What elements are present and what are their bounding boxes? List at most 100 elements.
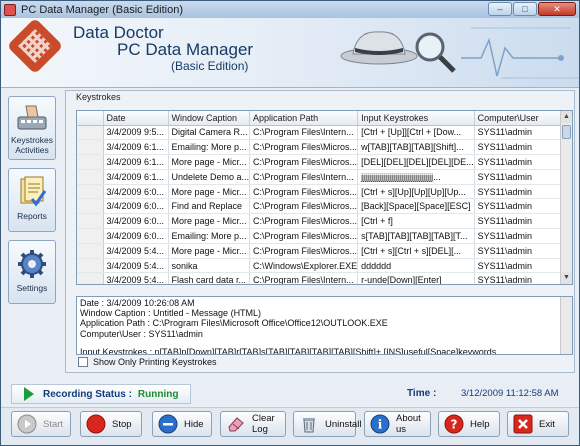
exit-label: Exit xyxy=(539,418,555,430)
table-row[interactable]: 3/4/2009 9:5... Digital Camera R... C:\Pro… xyxy=(77,125,568,141)
row-selector[interactable] xyxy=(77,243,104,259)
close-button[interactable]: ✕ xyxy=(538,2,576,16)
sidebar-item-reports[interactable]: Reports xyxy=(8,168,56,232)
detail-window-caption: Window Caption : Untitled - Message (HTM… xyxy=(80,308,262,319)
table-row[interactable]: 3/4/2009 5:4... More page - Micr... C:\Pro… xyxy=(77,243,568,259)
brand-product: PC Data Manager xyxy=(117,40,254,59)
recycle-bin-icon xyxy=(303,418,315,433)
stop-button[interactable]: Stop xyxy=(80,411,142,437)
cell-window-caption: Undelete Demo a... xyxy=(168,169,251,185)
cell-input-keystrokes: r-unde[Down][Enter] xyxy=(357,272,475,284)
column-header-input-keystrokes[interactable]: Input Keystrokes xyxy=(357,111,475,126)
column-header-computer-user[interactable]: Computer\User xyxy=(474,111,568,126)
cell-input-keystrokes: s[TAB][TAB][TAB][TAB][T... xyxy=(357,228,475,244)
row-selector[interactable] xyxy=(77,184,104,200)
printing-keystrokes-checkbox[interactable] xyxy=(78,357,88,367)
uninstall-button[interactable]: Uninstall xyxy=(293,411,361,437)
cell-input-keystrokes: [Ctrl + [Up]][Ctrl + [Dow... xyxy=(357,125,475,141)
stop-label: Stop xyxy=(112,418,132,430)
exit-icon xyxy=(513,414,533,434)
scroll-up-arrow-icon[interactable]: ▲ xyxy=(561,111,572,123)
row-selector[interactable] xyxy=(77,139,104,156)
cell-application-path: C:\Program Files\Micros... xyxy=(249,213,359,230)
printing-keystrokes-label: Show Only Printing Keystrokes xyxy=(93,357,217,367)
recording-status-value: Running xyxy=(137,388,179,400)
table-row[interactable]: 3/4/2009 6:1... More page - Micr... C:\Pro… xyxy=(77,154,568,170)
time-label: Time : xyxy=(407,388,437,399)
row-selector[interactable] xyxy=(77,228,104,244)
row-selector[interactable] xyxy=(77,169,104,185)
cell-computer-user: SYS11\admin xyxy=(474,243,568,259)
table-row[interactable]: 3/4/2009 6:0... Emailing: More p... C:\Pro… xyxy=(77,228,568,244)
table-row[interactable]: 3/4/2009 5:4... sonika C:\Windows\Explorer… xyxy=(77,258,568,274)
cell-computer-user: SYS11\admin xyxy=(474,169,568,185)
play-icon xyxy=(24,387,34,401)
cell-window-caption: Emailing: More p... xyxy=(168,228,251,244)
uninstall-label: Uninstall xyxy=(325,418,362,430)
cell-date: 3/4/2009 6:1... xyxy=(103,154,169,170)
sidebar-item-settings[interactable]: Settings xyxy=(8,240,56,304)
time-value: 3/12/2009 11:12:58 AM xyxy=(461,388,559,399)
row-selector[interactable] xyxy=(77,213,104,230)
cell-input-keystrokes: w[TAB][TAB][TAB][Shift]... xyxy=(357,139,475,156)
cell-window-caption: More page - Micr... xyxy=(168,184,251,200)
circuit-decoration-icon xyxy=(461,27,579,79)
scrollbar-thumb[interactable] xyxy=(562,125,571,139)
cell-window-caption: Flash card data r... xyxy=(168,272,251,284)
about-us-button[interactable]: i About us xyxy=(364,411,431,437)
column-header-application-path[interactable]: Application Path xyxy=(249,111,359,126)
table-row[interactable]: 3/4/2009 6:0... Find and Replace C:\Progra… xyxy=(77,198,568,215)
row-selector[interactable] xyxy=(77,272,104,284)
cell-date: 3/4/2009 6:0... xyxy=(103,228,169,244)
title-bar: PC Data Manager (Basic Edition) – □ ✕ xyxy=(1,1,579,18)
window-controls: – □ ✕ xyxy=(488,2,576,16)
sidebar-label: Keystrokes xyxy=(10,135,54,145)
table-row[interactable]: 3/4/2009 6:0... More page - Micr... C:\Pro… xyxy=(77,184,568,200)
cell-date: 3/4/2009 5:4... xyxy=(103,272,169,284)
cell-application-path: C:\Program Files\Micros... xyxy=(249,243,359,259)
detail-scrollbar[interactable] xyxy=(560,297,572,354)
status-bar: Recording Status : Running Time : 3/12/2… xyxy=(11,384,571,404)
app-icon xyxy=(4,3,16,16)
clear-log-label: Clear Log xyxy=(252,413,275,435)
column-header-window-caption[interactable]: Window Caption xyxy=(168,111,251,126)
table-scrollbar[interactable]: ▲ ▼ xyxy=(560,111,572,284)
hide-button[interactable]: Hide xyxy=(152,411,212,437)
table-row[interactable]: 3/4/2009 6:1... Undelete Demo a... C:\Prog… xyxy=(77,169,568,185)
scroll-down-arrow-icon[interactable]: ▼ xyxy=(561,272,572,284)
keystrokes-table[interactable]: Date Window Caption Application Path Inp… xyxy=(76,110,573,285)
help-button[interactable]: ? Help xyxy=(438,411,500,437)
cell-computer-user: SYS11\admin xyxy=(474,154,568,170)
app-window: PC Data Manager (Basic Edition) – □ ✕ Da… xyxy=(0,0,580,446)
detail-date: Date : 3/4/2009 10:26:08 AM xyxy=(80,298,195,308)
cell-computer-user: SYS11\admin xyxy=(474,139,568,156)
maximize-button[interactable]: □ xyxy=(513,2,537,16)
row-selector[interactable] xyxy=(77,154,104,170)
help-icon: ? xyxy=(444,414,464,434)
detail-input-keystrokes: Input Keystrokes : n[TAB]n[Down][TAB]r[T… xyxy=(80,346,497,355)
table-row[interactable]: 3/4/2009 5:4... Flash card data r... C:\Pr… xyxy=(77,272,568,284)
cell-computer-user: SYS11\admin xyxy=(474,213,568,230)
cell-application-path: C:\Program Files\Micros... xyxy=(249,198,359,215)
keystrokes-group-label: Keystrokes xyxy=(76,92,121,102)
table-header-row: Date Window Caption Application Path Inp… xyxy=(77,111,568,126)
clear-log-button[interactable]: Clear Log xyxy=(220,411,286,437)
sidebar-item-keystrokes[interactable]: Keystrokes Activities xyxy=(8,96,56,160)
cell-date: 3/4/2009 6:0... xyxy=(103,184,169,200)
row-selector[interactable] xyxy=(77,198,104,215)
exit-button[interactable]: Exit xyxy=(507,411,569,437)
row-selector[interactable] xyxy=(77,125,104,141)
printing-keystrokes-filter[interactable]: Show Only Printing Keystrokes xyxy=(78,357,217,367)
start-button[interactable]: Start xyxy=(11,411,71,437)
keystroke-detail-box[interactable]: Date : 3/4/2009 10:26:08 AM Window Capti… xyxy=(76,296,573,355)
minimize-button[interactable]: – xyxy=(488,2,512,16)
table-row[interactable]: 3/4/2009 6:0... More page - Micr... C:\Pro… xyxy=(77,213,568,230)
row-selector[interactable] xyxy=(77,258,104,274)
info-icon: i xyxy=(370,414,390,434)
column-header-date[interactable]: Date xyxy=(103,111,169,126)
table-row[interactable]: 3/4/2009 6:1... Emailing: More p... C:\Pro… xyxy=(77,139,568,156)
cell-input-keystrokes: [Ctrl + s][Up][Up][Up][Up... xyxy=(357,184,475,200)
cell-application-path: C:\Program Files\Micros... xyxy=(249,154,359,170)
cell-computer-user: SYS11\admin xyxy=(474,228,568,244)
keyboard-icon xyxy=(17,105,47,130)
